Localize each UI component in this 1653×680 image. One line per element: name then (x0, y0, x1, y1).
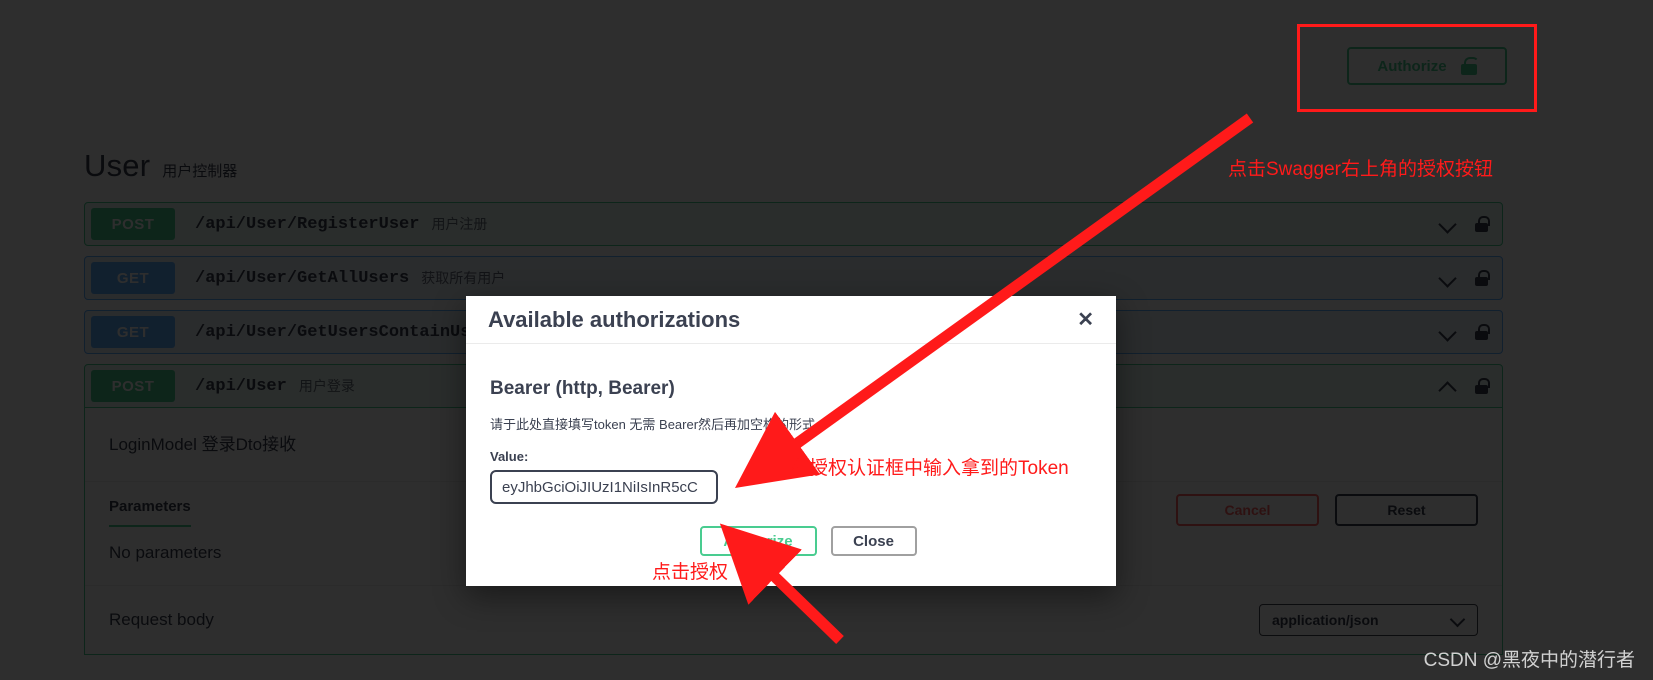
token-value-input[interactable] (490, 470, 718, 504)
dialog-close-button[interactable]: Close (830, 526, 917, 556)
close-icon[interactable]: ✕ (1077, 310, 1094, 330)
dialog-actions: Authorize Close (490, 526, 1092, 556)
security-scheme-name: Bearer (http, Bearer) (490, 378, 675, 399)
available-authorizations-dialog: Available authorizations ✕ Bearer (http,… (466, 296, 1116, 586)
dialog-body: Bearer (http, Bearer) 请于此处直接填写token 无需 B… (466, 344, 1116, 556)
dialog-authorize-button[interactable]: Authorize (699, 526, 817, 556)
value-label: Value: (490, 449, 529, 464)
security-scheme-description: 请于此处直接填写token 无需 Bearer然后再加空格的形式 (490, 417, 816, 432)
dialog-title: Available authorizations (488, 306, 741, 332)
dialog-header: Available authorizations ✕ (466, 296, 1116, 344)
